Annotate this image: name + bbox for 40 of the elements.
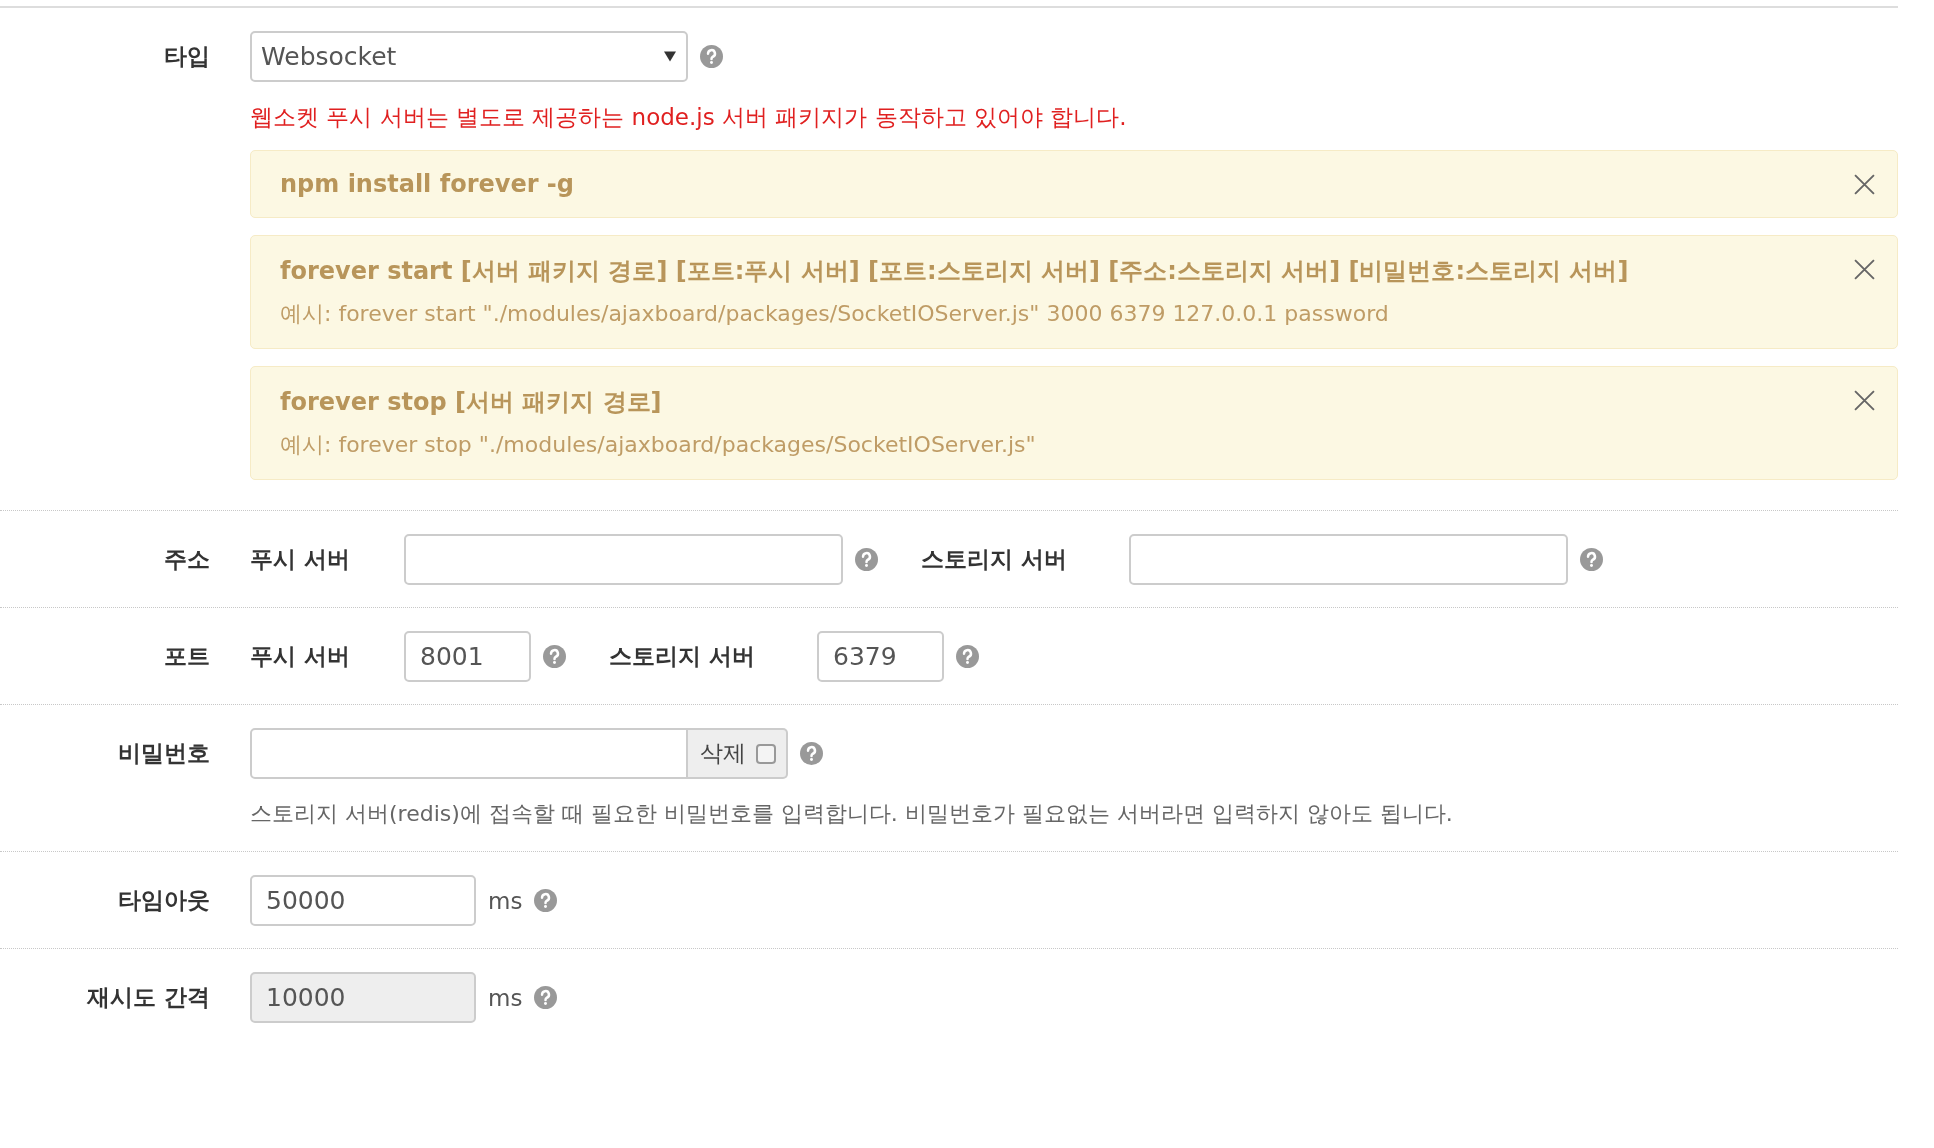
- field-label: 푸시 서버: [250, 642, 351, 671]
- help-icon[interactable]: [800, 742, 823, 765]
- warning-text: 웹소켓 푸시 서버는 별도로 제공하는 node.js 서버 패키지가 동작하고 있어야 합니다.: [250, 103, 1128, 132]
- close-icon[interactable]: [1854, 390, 1875, 411]
- port-field[interactable]: 6379: [817, 631, 944, 682]
- field-label: 포트: [163, 642, 210, 671]
- command-text: forever start [서버 패키지 경로] [포트:푸시 서버] [포트:스토리지 서버] [주소:스토리지 서버] [비밀번호:스토리지 서버]: [280, 256, 1629, 287]
- field-label: 주소: [163, 545, 210, 574]
- field-label: 푸시 서버: [250, 545, 351, 574]
- close-icon[interactable]: [1854, 259, 1875, 280]
- field-label: 비밀번호: [117, 739, 210, 768]
- field-label: 재시도 간격: [86, 983, 210, 1012]
- unit-label: ms: [488, 887, 523, 914]
- type-dropdown[interactable]: Websocket: [250, 31, 688, 82]
- unit-label: ms: [488, 984, 523, 1011]
- checkbox[interactable]: [756, 743, 776, 764]
- field-label: 스토리지 서버: [921, 545, 1068, 574]
- help-icon[interactable]: [543, 645, 566, 668]
- address-field[interactable]: [404, 534, 843, 585]
- command-text: forever stop [서버 패키지 경로]: [280, 387, 663, 418]
- help-icon[interactable]: [700, 45, 723, 68]
- password-field[interactable]: [250, 728, 688, 779]
- example-text: 예시: forever start "./modules/ajaxboard/packages/SocketIOServer.js" 3000 6379 127.0.0.1 password: [280, 300, 1390, 328]
- command-text: npm install forever -g: [280, 170, 574, 198]
- help-icon[interactable]: [956, 645, 979, 668]
- field-label: 스토리지 서버: [609, 642, 756, 671]
- delete-toggle[interactable]: 삭제: [688, 728, 788, 779]
- example-text: 예시: forever stop "./modules/ajaxboard/packages/SocketIOServer.js": [280, 431, 1036, 459]
- field-label: 타임아웃: [117, 886, 210, 915]
- help-icon[interactable]: [1580, 548, 1603, 571]
- help-icon[interactable]: [534, 986, 558, 1009]
- close-icon[interactable]: [1854, 174, 1875, 195]
- help-icon[interactable]: [855, 548, 878, 571]
- help-icon[interactable]: [534, 889, 558, 912]
- field-label: 타입: [163, 42, 210, 71]
- address-field[interactable]: [1129, 534, 1568, 585]
- number-field[interactable]: 50000: [250, 875, 476, 926]
- hint-text: 스토리지 서버(redis)에 접속할 때 필요한 비밀번호를 입력합니다. 비밀번호가 필요없는 서버라면 입력하지 않아도 됩니다.: [250, 800, 1454, 828]
- port-field[interactable]: 8001: [404, 631, 531, 682]
- caret-icon: [664, 51, 676, 62]
